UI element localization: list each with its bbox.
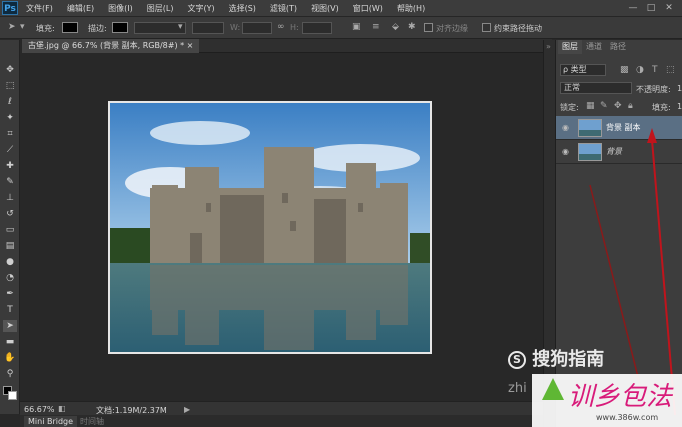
annotation-arrowhead (647, 128, 657, 143)
zhi-watermark: zhi (508, 381, 527, 396)
site-logo-text: 训乡包法 (568, 382, 673, 412)
site-logo-icon (542, 378, 564, 400)
sogou-logo-icon: S (508, 351, 526, 369)
sogou-watermark: S 搜狗指南 (508, 345, 604, 371)
site-logo-watermark: 训乡包法 www.386w.com (532, 374, 682, 427)
site-url: www.386w.com (596, 413, 659, 422)
sogou-watermark-text: 搜狗指南 (532, 349, 605, 370)
